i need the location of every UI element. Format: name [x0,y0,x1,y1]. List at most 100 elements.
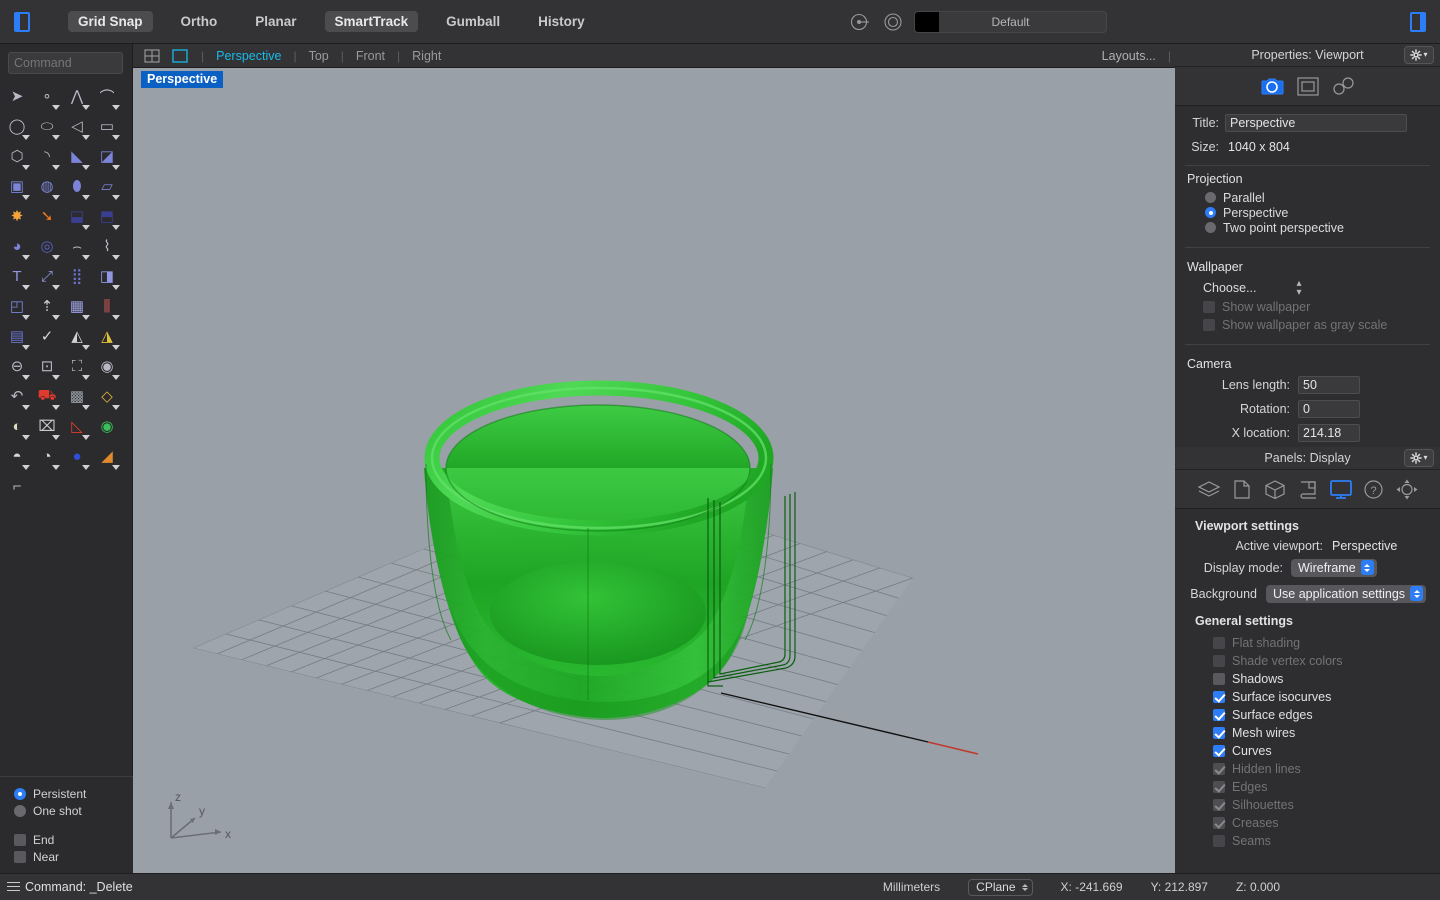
zoom-window-icon[interactable]: ⊡ [33,352,63,382]
chevron-updown-icon[interactable]: ▴ ▾ [1297,279,1302,298]
general-setting-creases[interactable]: Creases [1175,814,1440,832]
osnap-mode-one-shot[interactable]: One shot [14,803,133,819]
select-arrow-icon[interactable]: ➤ [3,82,33,112]
flyout-arrow-icon[interactable] [52,435,60,440]
boolean-union-icon[interactable]: ◕ [3,232,33,262]
surface-edge-icon[interactable]: ◪ [93,142,123,172]
checkbox-icon[interactable] [14,834,26,846]
checkbox-icon[interactable] [1213,673,1225,685]
point-array-icon[interactable]: ⇡ [33,292,63,322]
osnap-near[interactable]: Near [14,849,133,865]
flyout-arrow-icon[interactable] [112,375,120,380]
viewport-tab-perspective[interactable]: Perspective [204,49,293,63]
four-view-icon[interactable] [143,48,161,64]
radio-icon[interactable] [1205,222,1216,233]
hamburger-icon[interactable] [7,881,20,893]
link-icon[interactable] [1331,74,1357,98]
flyout-arrow-icon[interactable] [22,465,30,470]
flyout-arrow-icon[interactable] [22,405,30,410]
cylinder-icon[interactable]: ⬮ [63,172,93,202]
flyout-arrow-icon[interactable] [112,165,120,170]
wallpaper-choose-dropdown[interactable]: Choose... ▴ ▾ [1175,278,1440,298]
blend-curve-icon[interactable]: ⌢ [63,232,93,262]
single-view-icon[interactable] [171,48,189,64]
general-setting-shade-vertex-colors[interactable]: Shade vertex colors [1175,652,1440,670]
explode-icon[interactable]: ✸ [3,202,33,232]
flyout-arrow-icon[interactable] [112,465,120,470]
layers-panel-icon[interactable] [1196,477,1222,501]
checkbox-icon[interactable] [1213,817,1225,829]
projection-perspective[interactable]: Perspective [1175,205,1440,220]
arc-icon[interactable]: ⌒ [93,82,123,112]
flyout-arrow-icon[interactable] [22,285,30,290]
curve-icon[interactable]: ◁ [63,112,93,142]
target-icon[interactable] [882,11,904,33]
show-wallpaper-checkbox[interactable]: Show wallpaper [1175,298,1440,316]
boolean-difference-icon[interactable]: ◎ [33,232,63,262]
x-location-input[interactable] [1298,424,1360,442]
general-setting-flat-shading[interactable]: Flat shading [1175,634,1440,652]
render-panel-icon[interactable] [1295,477,1321,501]
checkbox-icon[interactable] [1213,799,1225,811]
zoom-selected-icon[interactable]: ◉ [93,352,123,382]
toggle-smarttrack[interactable]: SmartTrack [324,11,419,32]
general-setting-curves[interactable]: Curves [1175,742,1440,760]
flyout-arrow-icon[interactable] [82,105,90,110]
layers-icon[interactable]: ◺ [63,412,93,442]
flyout-arrow-icon[interactable] [52,255,60,260]
viewport-tab-front[interactable]: Front [344,49,397,63]
general-setting-surface-edges[interactable]: Surface edges [1175,706,1440,724]
ellipse-icon[interactable]: ⬭ [33,112,63,142]
flyout-arrow-icon[interactable] [82,375,90,380]
flyout-arrow-icon[interactable] [52,135,60,140]
layer-color-swatch[interactable] [915,11,939,32]
toggle-gumball[interactable]: Gumball [436,11,510,32]
camera-icon[interactable] [1259,74,1285,98]
checkbox-icon[interactable] [1213,781,1225,793]
flyout-arrow-icon[interactable] [82,165,90,170]
lock-icon[interactable]: ⌧ [33,412,63,442]
checkbox-icon[interactable] [1213,763,1225,775]
checkbox-icon[interactable] [1213,655,1225,667]
checkbox-icon[interactable] [14,851,26,863]
projection-parallel[interactable]: Parallel [1175,190,1440,205]
render-grid-icon[interactable]: ◔ [33,442,63,472]
viewport-icon[interactable] [1295,74,1321,98]
display-panel-icon[interactable] [1328,477,1354,501]
flyout-arrow-icon[interactable] [22,345,30,350]
checkbox-icon[interactable] [1203,319,1215,331]
flyout-arrow-icon[interactable] [52,375,60,380]
text-icon[interactable]: T [3,262,33,292]
flyout-arrow-icon[interactable] [52,165,60,170]
flyout-arrow-icon[interactable] [82,465,90,470]
layer-icon[interactable] [850,11,872,33]
gear-dropdown-icon[interactable]: ▾ [1404,46,1434,64]
render-icon[interactable]: ◓ [3,442,33,472]
viewport-tab-top[interactable]: Top [297,49,341,63]
book-icon[interactable]: ▤ [3,322,33,352]
left-panel-toggle-icon[interactable] [14,11,30,32]
flyout-arrow-icon[interactable] [82,135,90,140]
chevron-updown-icon[interactable] [1410,586,1424,601]
viewport-tab-right[interactable]: Right [400,49,453,63]
mesh-icon[interactable]: ◭ [63,322,93,352]
radio-icon[interactable] [14,788,26,800]
fillet-curve-icon[interactable]: ◝ [33,142,63,172]
object-panel-icon[interactable] [1262,477,1288,501]
car-icon[interactable]: ⛟ [33,382,63,412]
flyout-arrow-icon[interactable] [112,285,120,290]
radio-icon[interactable] [1205,192,1216,203]
layouts-button[interactable]: Layouts... [1090,49,1168,63]
checkbox-icon[interactable] [1213,691,1225,703]
toggle-grid-snap[interactable]: Grid Snap [68,11,153,32]
rotation-input[interactable] [1298,400,1360,418]
flyout-arrow-icon[interactable] [82,225,90,230]
select-objects-icon[interactable]: ◇ [93,382,123,412]
help-panel-icon[interactable]: ? [1361,477,1387,501]
display-mode-dropdown[interactable]: Wireframe [1291,558,1377,577]
flyout-arrow-icon[interactable] [52,405,60,410]
checkbox-icon[interactable] [1213,727,1225,739]
flyout-arrow-icon[interactable] [22,255,30,260]
flyout-arrow-icon[interactable] [112,105,120,110]
scale-icon[interactable]: ⤢ [33,262,63,292]
